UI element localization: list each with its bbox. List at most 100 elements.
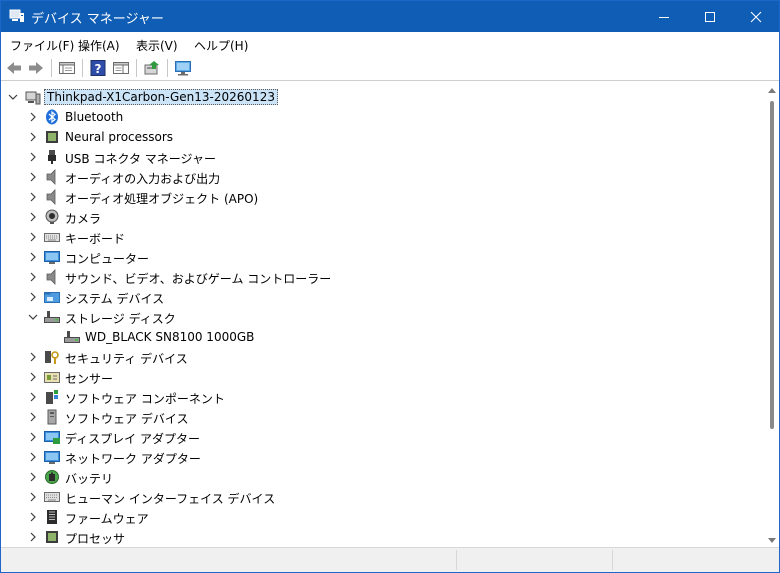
menu-file[interactable]: ファイル(F): [10, 37, 74, 54]
chevron-right-icon[interactable]: [27, 250, 39, 264]
tree-item-display-adapters[interactable]: ディスプレイ アダプター: [1, 427, 764, 447]
tree-item-network-adapters[interactable]: ネットワーク アダプター: [1, 447, 764, 467]
chevron-down-icon[interactable]: [7, 90, 19, 104]
display-adapter-icon: [44, 431, 60, 444]
toolbar: ?: [1, 56, 779, 81]
chevron-right-icon[interactable]: [27, 170, 39, 184]
menu-bar: ファイル(F) 操作(A) 表示(V) ヘルプ(H): [1, 32, 779, 57]
chevron-right-icon[interactable]: [27, 350, 39, 364]
chevron-right-icon[interactable]: [27, 470, 39, 484]
properties-icon[interactable]: [58, 59, 76, 77]
tree-item-label: コンピューター: [65, 252, 150, 266]
sensor-icon: [44, 372, 60, 383]
speaker-icon: [46, 269, 56, 285]
tree-item-label: サウンド、ビデオ、およびゲーム コントローラー: [65, 272, 332, 286]
chip-icon: [46, 131, 58, 143]
tree-item-label: オーディオ処理オブジェクト (APO): [65, 192, 259, 206]
tree-item-battery[interactable]: バッテリ: [1, 467, 764, 487]
tree-item-security-devices[interactable]: セキュリティ デバイス: [1, 347, 764, 367]
chevron-right-icon[interactable]: [27, 230, 39, 244]
update-driver-icon[interactable]: [143, 59, 161, 77]
toolbar-separator: [136, 59, 137, 77]
scroll-up-arrow-icon[interactable]: [768, 87, 776, 93]
disk-icon: [64, 331, 80, 343]
tree-item-sensors[interactable]: センサー: [1, 367, 764, 387]
maximize-button[interactable]: [687, 1, 733, 32]
chevron-right-icon[interactable]: [27, 110, 39, 124]
device-manager-app-icon: [9, 9, 24, 22]
chevron-right-icon[interactable]: [27, 270, 39, 284]
chevron-right-icon[interactable]: [27, 510, 39, 524]
chevron-right-icon[interactable]: [27, 370, 39, 384]
software-device-icon: [47, 409, 57, 425]
menu-view[interactable]: 表示(V): [136, 37, 178, 54]
chevron-right-icon[interactable]: [27, 190, 39, 204]
computer-root-icon: [25, 91, 41, 105]
title-bar[interactable]: デバイス マネージャー: [1, 1, 779, 32]
chevron-right-icon[interactable]: [27, 450, 39, 464]
battery-icon: [45, 470, 59, 484]
chevron-right-icon[interactable]: [27, 410, 39, 424]
chevron-right-icon[interactable]: [27, 130, 39, 144]
speaker-icon: [46, 169, 56, 185]
tree-item-neural-processors[interactable]: Neural processors: [1, 127, 764, 147]
show-hide-console-icon[interactable]: [112, 59, 130, 77]
close-icon: [750, 11, 762, 22]
tree-item-software-components[interactable]: ソフトウェア コンポーネント: [1, 387, 764, 407]
menu-action[interactable]: 操作(A): [78, 37, 120, 54]
tree-item-sound-video-game[interactable]: サウンド、ビデオ、およびゲーム コントローラー: [1, 267, 764, 287]
chevron-right-icon[interactable]: [27, 390, 39, 404]
device-manager-window: デバイス マネージャー ファイル(F) 操作(A) 表示(V) ヘルプ(H) ?…: [0, 0, 780, 573]
tree-item-keyboard[interactable]: キーボード: [1, 227, 764, 247]
tree-item-bluetooth[interactable]: Bluetooth: [1, 107, 764, 127]
usb-icon: [48, 150, 56, 164]
close-button[interactable]: [733, 1, 779, 32]
chevron-down-icon[interactable]: [27, 310, 39, 324]
scroll-down-arrow-icon[interactable]: [768, 538, 776, 544]
chevron-right-icon[interactable]: [27, 150, 39, 164]
status-pane: [612, 550, 779, 570]
tree-item-label: センサー: [65, 372, 114, 386]
menu-help[interactable]: ヘルプ(H): [194, 37, 248, 54]
minimize-button[interactable]: [641, 1, 687, 32]
keyboard-icon: [44, 233, 60, 242]
tree-item-processors[interactable]: プロセッサ: [1, 527, 764, 546]
chevron-right-icon[interactable]: [27, 430, 39, 444]
chevron-right-icon[interactable]: [27, 210, 39, 224]
chevron-right-icon[interactable]: [27, 290, 39, 304]
scroll-thumb[interactable]: [770, 101, 774, 429]
tree-root[interactable]: Thinkpad-X1Carbon-Gen13-20260123: [1, 87, 764, 107]
vertical-scrollbar[interactable]: [765, 85, 779, 546]
device-tree[interactable]: Thinkpad-X1Carbon-Gen13-20260123 Bluetoo…: [1, 85, 764, 546]
status-bar: [1, 547, 779, 572]
tree-item-label: ディスプレイ アダプター: [65, 432, 200, 446]
network-icon: [44, 451, 60, 464]
scan-hardware-icon[interactable]: [174, 59, 192, 77]
tree-item-hid[interactable]: ヒューマン インターフェイス デバイス: [1, 487, 764, 507]
tree-item-usb-connector-manager[interactable]: USB コネクタ マネージャー: [1, 147, 764, 167]
chevron-right-icon[interactable]: [27, 530, 39, 544]
tree-item-software-devices[interactable]: ソフトウェア デバイス: [1, 407, 764, 427]
tree-item-storage-disks[interactable]: ストレージ ディスク: [1, 307, 764, 327]
tree-item-audio-processing-objects[interactable]: オーディオ処理オブジェクト (APO): [1, 187, 764, 207]
tree-item-computer[interactable]: コンピューター: [1, 247, 764, 267]
tree-item-label: ネットワーク アダプター: [65, 452, 201, 466]
svg-text:?: ?: [95, 62, 102, 76]
tree-item-audio-io[interactable]: オーディオの入力および出力: [1, 167, 764, 187]
tree-item-firmware[interactable]: ファームウェア: [1, 507, 764, 527]
puzzle-icon: [46, 390, 58, 404]
tree-item-system-devices[interactable]: システム デバイス: [1, 287, 764, 307]
chevron-right-icon[interactable]: [27, 490, 39, 504]
tree-item-label: ソフトウェア デバイス: [65, 412, 189, 426]
window-title: デバイス マネージャー: [31, 12, 164, 27]
computer-icon: [44, 251, 60, 264]
help-icon[interactable]: ?: [89, 59, 107, 77]
forward-icon[interactable]: [27, 59, 45, 77]
tree-item-camera[interactable]: カメラ: [1, 207, 764, 227]
folder-icon: [44, 292, 60, 303]
tree-child-wd-black[interactable]: WD_BLACK SN8100 1000GB: [1, 327, 764, 347]
tree-child-label: WD_BLACK SN8100 1000GB: [85, 330, 255, 344]
back-icon[interactable]: [5, 59, 23, 77]
security-icon: [45, 351, 59, 364]
disk-icon: [44, 311, 60, 323]
